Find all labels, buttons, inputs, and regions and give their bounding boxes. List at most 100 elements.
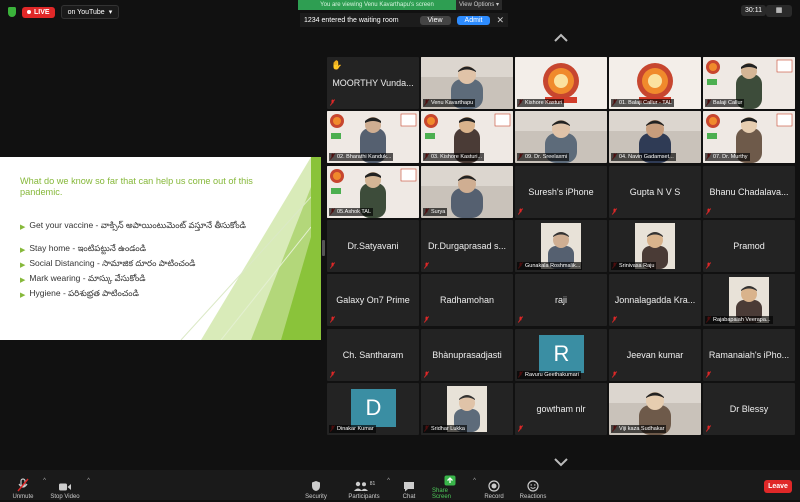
participant-tile[interactable]: Bhànuprasadjasti (421, 329, 513, 381)
security-button[interactable]: Security (302, 470, 330, 502)
microphone-muted-icon (330, 99, 335, 106)
participant-name: Surya (423, 208, 448, 216)
participant-name: Dr Blessy (729, 404, 769, 414)
live-dot-icon (27, 10, 31, 14)
chevron-up-icon[interactable]: ^ (43, 478, 46, 484)
participant-name: Bhànuprasadjasti (432, 350, 502, 360)
microphone-muted-icon (424, 371, 429, 378)
close-icon[interactable]: ✕ (496, 15, 504, 26)
participant-tile[interactable]: Suresh's iPhone (515, 166, 607, 218)
participant-tile[interactable]: gowtham nlr (515, 383, 607, 435)
view-options-label: View Options (459, 2, 495, 8)
shield-icon[interactable] (8, 7, 16, 17)
youtube-label: on YouTube (67, 8, 105, 16)
participant-name: Dinakar Kumar (329, 425, 376, 433)
participant-tile[interactable]: Dr Blessy (703, 383, 795, 435)
youtube-button[interactable]: on YouTube ▾ (60, 5, 120, 19)
microphone-muted-icon (706, 371, 711, 378)
chevron-down-icon[interactable] (553, 457, 569, 467)
stop-video-button[interactable]: Stop Video ^ (48, 470, 90, 502)
chat-button[interactable]: Chat (398, 470, 420, 502)
participant-name: 04. Navin Gadamset... (611, 153, 676, 161)
participant-tile[interactable]: Bhanu Chadalava... (703, 166, 795, 218)
participant-tile[interactable]: Jonnalagadda Kra... (609, 274, 701, 326)
participant-tile[interactable]: Pramod (703, 220, 795, 272)
participant-name: 03. Kishore Kasturi... (423, 153, 485, 161)
participant-tile[interactable]: Jeevan kumar (609, 329, 701, 381)
participant-tile[interactable]: Venu Kavarthapu (421, 57, 513, 109)
chevron-up-icon[interactable]: ^ (473, 478, 476, 484)
participant-tile[interactable]: Rajabapaiah Veerapa... (703, 274, 795, 326)
slide-bullet: ▶ Mark wearing - మాస్కు వేసుకోండి (20, 273, 146, 286)
participant-tile[interactable]: R Ravuru Geethakumari (515, 329, 607, 381)
admit-button[interactable]: Admit (456, 15, 491, 25)
share-screen-button[interactable]: Share Screen ^ (432, 470, 476, 502)
bullet-icon: ▶ (20, 223, 26, 231)
participant-tile[interactable]: Viji kaza Sudhakar (609, 383, 701, 435)
split-view-handle[interactable] (322, 240, 325, 256)
microphone-muted-icon (518, 316, 523, 323)
bullet-icon: ▶ (20, 246, 26, 254)
microphone-muted-icon (330, 371, 335, 378)
participant-name: Ravuru Geethakumari (517, 371, 581, 379)
participant-name: Suresh's iPhone (528, 187, 594, 197)
slide-bullet: ▶ Stay home - ఇంటిపట్టునే ఉండండి (20, 243, 146, 256)
participants-button[interactable]: 81 Participants ^ (346, 470, 390, 502)
participant-tile[interactable]: 02. Bharathi Kanduk... (327, 111, 419, 163)
participant-name: Radhamohan (439, 295, 495, 305)
participant-name: Venu Kavarthapu (423, 99, 476, 107)
unmute-button[interactable]: Unmute ^ (8, 470, 46, 502)
chevron-up-icon[interactable]: ^ (87, 478, 90, 484)
microphone-muted-icon (518, 208, 523, 215)
gallery-view-button[interactable]: ▦ (766, 5, 792, 17)
avatar: R (539, 335, 584, 373)
participant-tile[interactable]: Gunakala Roshmalik... (515, 220, 607, 272)
microphone-muted-icon (706, 425, 711, 432)
participant-tile[interactable]: Galaxy On7 Prime (327, 274, 419, 326)
share-screen-label: Share Screen (432, 488, 452, 500)
participant-tile[interactable]: Dr.Satyavani (327, 220, 419, 272)
participant-name: 01. Balaji Callur - TAL (611, 99, 674, 107)
participant-tile[interactable]: 07. Dr. Murthy (703, 111, 795, 163)
participant-tile[interactable]: Ramanaiah's iPho... (703, 329, 795, 381)
live-status: LIVE on YouTube ▾ (8, 5, 120, 19)
participant-tile[interactable]: Gupta N V S (609, 166, 701, 218)
participant-tile[interactable]: 05.Ashok TAL (327, 166, 419, 218)
participant-tile[interactable]: 03. Kishore Kasturi... (421, 111, 513, 163)
slide-bullet-text: Get your vaccine - వాక్సిన్ అపాయింటుమెంట… (29, 220, 246, 230)
participant-tile[interactable]: Balaji Callur (703, 57, 795, 109)
participant-tile[interactable]: Kishore Kasturi (515, 57, 607, 109)
view-options-button[interactable]: View Options ▾ (456, 0, 502, 10)
participant-name: Jonnalagadda Kra... (614, 295, 696, 305)
reactions-label: Reactions (519, 494, 547, 500)
slide-bullet: ▶ Hygiene - పరిశుభ్రత పాటించండి (20, 288, 139, 301)
participant-tile[interactable]: Radhamohan (421, 274, 513, 326)
participant-tile[interactable]: D Dinakar Kumar (327, 383, 419, 435)
participant-tile[interactable]: Surya (421, 166, 513, 218)
participant-tile[interactable]: MOORTHY Vunda... ✋ (327, 57, 419, 109)
participant-tile[interactable]: Srinivasa Raju (609, 220, 701, 272)
record-button[interactable]: Record (482, 470, 506, 502)
smiley-icon (527, 480, 539, 492)
microphone-muted-icon (518, 425, 523, 432)
waiting-view-button[interactable]: View (419, 15, 451, 25)
chevron-up-icon[interactable] (553, 33, 569, 43)
participant-tile[interactable]: Dr.Durgaprasad s... (421, 220, 513, 272)
participant-tile[interactable]: Ch. Santharam (327, 329, 419, 381)
leave-button[interactable]: Leave (764, 480, 792, 493)
participant-name: 05.Ashok TAL (329, 208, 374, 216)
microphone-muted-icon (17, 478, 29, 492)
participant-tile[interactable]: raji (515, 274, 607, 326)
chat-label: Chat (402, 494, 416, 500)
microphone-muted-icon (424, 262, 429, 269)
microphone-muted-icon (330, 316, 335, 323)
reactions-button[interactable]: Reactions (518, 470, 548, 502)
participant-tile[interactable]: 09. Dr. Sreelaxmi (515, 111, 607, 163)
participant-tile[interactable]: 04. Navin Gadamset... (609, 111, 701, 163)
live-badge[interactable]: LIVE (22, 6, 55, 18)
participant-name: 09. Dr. Sreelaxmi (517, 153, 570, 161)
participant-tile[interactable]: 01. Balaji Callur - TAL (609, 57, 701, 109)
participant-name: Gunakala Roshmalik... (517, 262, 583, 270)
participant-tile[interactable]: Sridhar Lukka (421, 383, 513, 435)
chevron-up-icon[interactable]: ^ (387, 478, 390, 484)
